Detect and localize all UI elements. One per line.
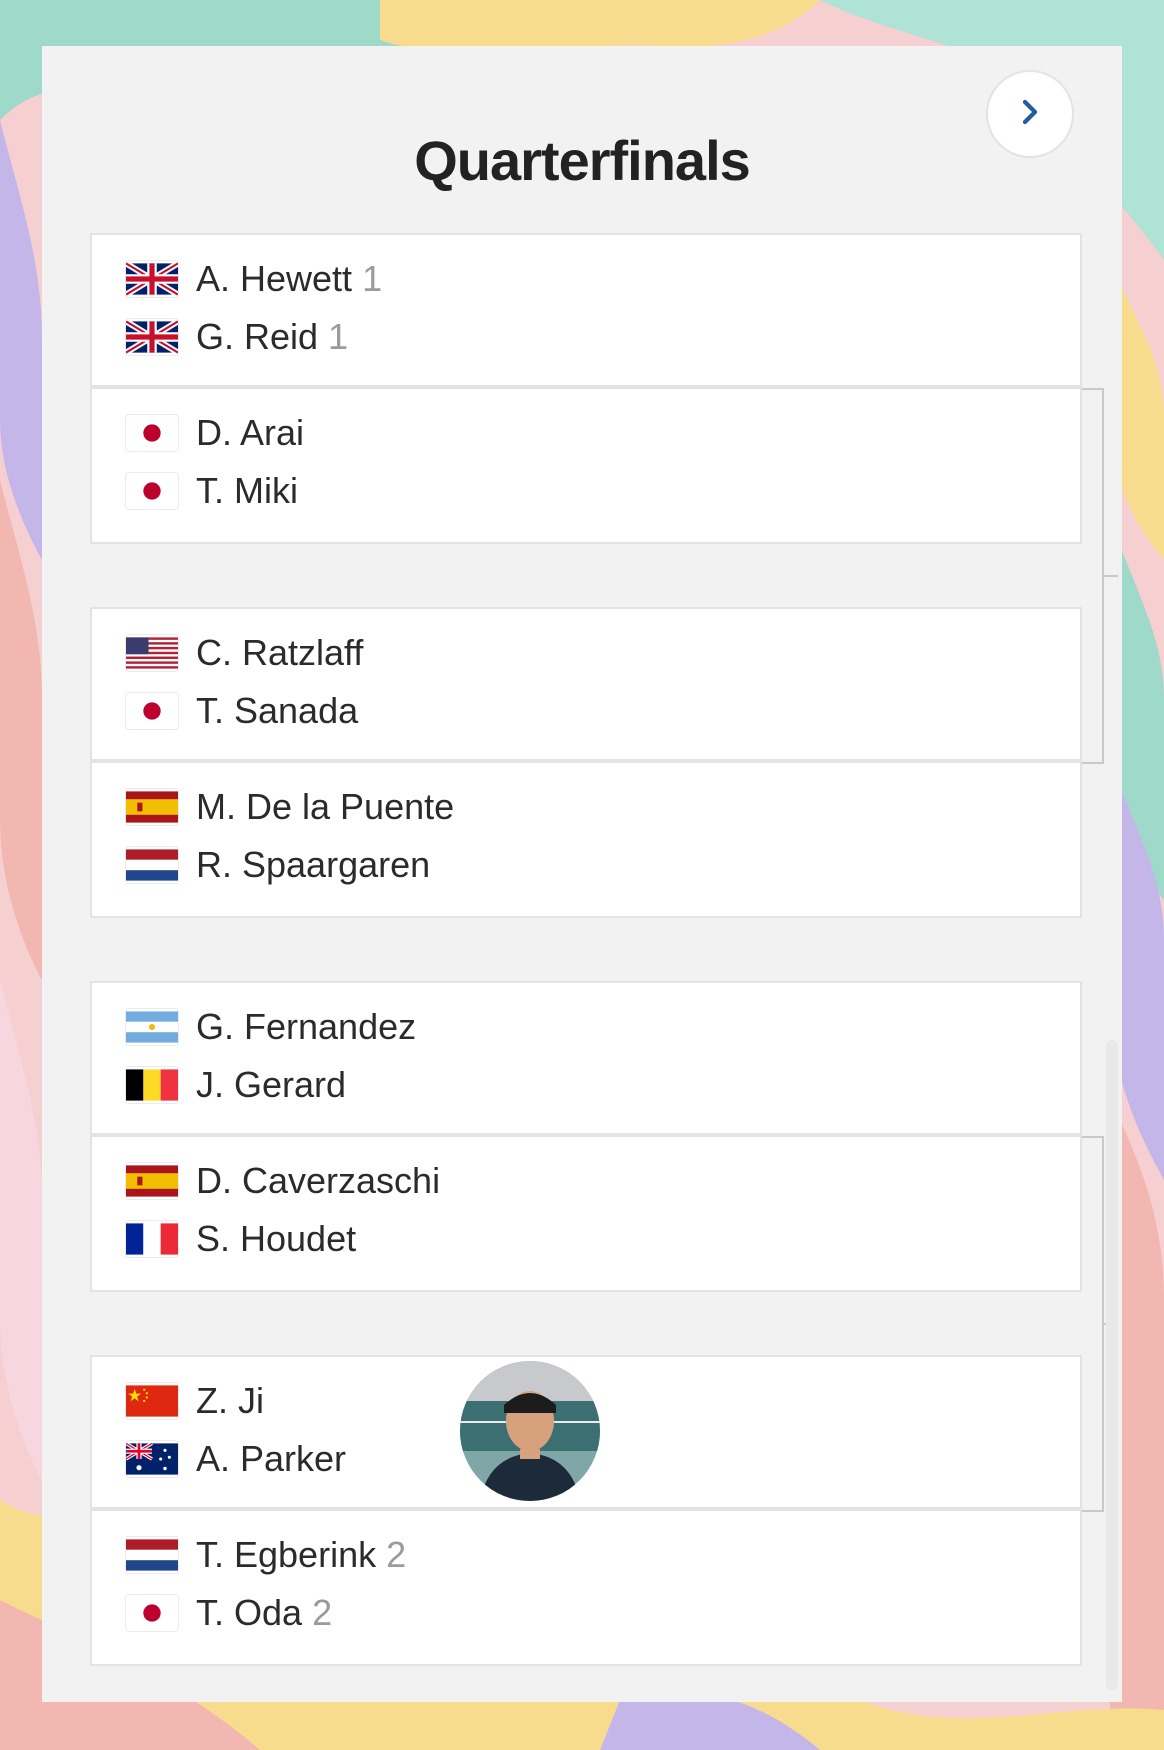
player-name: T. Sanada [196,690,359,731]
player-name: G. Fernandez [196,1006,417,1047]
bracket-connector [1082,1136,1104,1512]
player-name: S. Houdet [196,1218,357,1259]
player-name: T. Oda [196,1592,303,1633]
player-seed: 1 [328,316,349,357]
player-name: R. Spaargaren [196,844,431,885]
jp-flag-icon [126,1595,178,1631]
player-row: D. Arai [126,408,304,458]
match-card[interactable]: D. Arai T. Miki [90,387,1082,544]
bracket-connector [1082,388,1104,764]
match-card[interactable]: G. Fernandez J. Gerard [90,981,1082,1135]
player-row: M. De la Puente [126,782,454,832]
scrollbar[interactable] [1106,1040,1118,1690]
page-title: Quarterfinals [414,129,751,192]
jp-flag-icon [126,693,178,729]
player-seed: 1 [362,258,383,299]
player-row: R. Spaargaren [126,840,430,890]
fr-flag-icon [126,1221,178,1257]
player-name: D. Arai [196,412,305,453]
match-card[interactable]: D. Caverzaschi S. Houdet [90,1135,1082,1292]
player-row: T. Miki [126,466,298,516]
player-name: D. Caverzaschi [196,1160,441,1201]
player-row: J. Gerard [126,1060,346,1110]
chevron-right-icon [1015,97,1045,132]
bracket-connector-tick [1104,575,1118,577]
gb-flag-icon [126,261,178,297]
match-card[interactable]: A. Hewett 1 G. Reid 1 [90,233,1082,387]
us-flag-icon [126,635,178,671]
player-row: A. Parker [126,1434,346,1484]
player-name: A. Hewett [196,258,353,299]
quarterfinals-panel: Quarterfinals A. Hewett 1 G. Reid 1 D. A… [42,46,1122,1702]
gb-flag-icon [126,319,178,355]
player-avatar [460,1361,600,1501]
player-name: J. Gerard [196,1064,347,1105]
es-flag-icon [126,789,178,825]
player-name: C. Ratzlaff [196,632,364,673]
player-row: S. Houdet [126,1214,356,1264]
player-row: T. Oda 2 [126,1588,332,1638]
player-name: G. Reid [196,316,319,357]
be-flag-icon [126,1067,178,1103]
player-row: G. Reid 1 [126,312,348,362]
jp-flag-icon [126,473,178,509]
player-name: M. De la Puente [196,786,455,827]
player-seed: 2 [386,1534,407,1575]
player-name: T. Miki [196,470,298,511]
player-row: Z. Ji [126,1376,264,1426]
jp-flag-icon [126,415,178,451]
player-row: C. Ratzlaff [126,628,363,678]
nl-flag-icon [126,847,178,883]
match-card[interactable]: T. Egberink 2 T. Oda 2 [90,1509,1082,1666]
au-flag-icon [126,1441,178,1477]
player-name: T. Egberink [196,1534,377,1575]
player-row: A. Hewett 1 [126,254,382,304]
cn-flag-icon [126,1383,178,1419]
player-row: T. Sanada [126,686,358,736]
player-seed: 2 [312,1592,333,1633]
match-card[interactable]: Z. Ji A. Parker [90,1355,1082,1509]
player-row: G. Fernandez [126,1002,416,1052]
es-flag-icon [126,1163,178,1199]
player-name: A. Parker [196,1438,347,1479]
player-row: T. Egberink 2 [126,1530,406,1580]
ar-flag-icon [126,1009,178,1045]
match-card[interactable]: M. De la Puente R. Spaargaren [90,761,1082,918]
match-card[interactable]: C. Ratzlaff T. Sanada [90,607,1082,761]
nl-flag-icon [126,1537,178,1573]
next-round-button[interactable] [986,70,1074,158]
player-row: D. Caverzaschi [126,1156,440,1206]
player-name: Z. Ji [196,1380,264,1421]
